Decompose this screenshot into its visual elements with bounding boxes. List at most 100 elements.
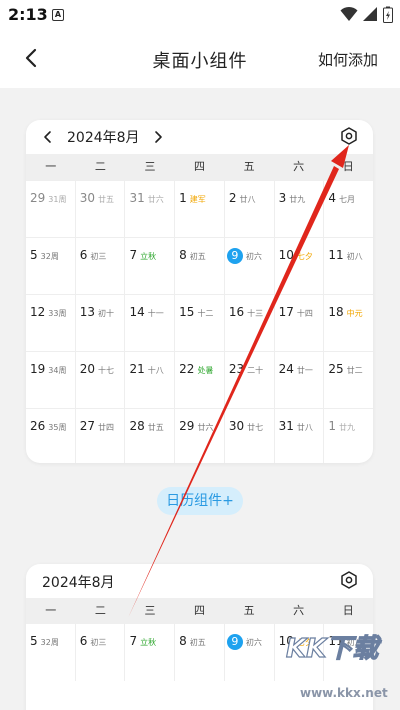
day-number: 30 (228, 419, 245, 433)
calendar-day[interactable]: 28 廿五 (124, 409, 174, 463)
calendar-day[interactable]: 8 初五 (174, 238, 224, 294)
lunar-date-label: 初八 (346, 638, 363, 647)
calendar-day[interactable]: 8 初五 (174, 624, 224, 681)
day-number: 1 (179, 191, 187, 205)
signal-icon (363, 7, 377, 21)
calendar-day[interactable]: 11 初八 (323, 238, 373, 294)
calendar-day[interactable]: 1 建军 (174, 181, 224, 237)
calendar-day[interactable]: 10 七夕 (273, 624, 324, 681)
lunar-date-label: 廿七 (247, 423, 264, 432)
day-number: 16 (228, 305, 245, 319)
lunar-date-label: 七夕 (296, 638, 313, 647)
calendar-day[interactable]: 24 廿一 (273, 352, 324, 408)
weekday-label: 日 (342, 160, 354, 173)
lunar-date-label: 立秋 (140, 638, 157, 647)
calendar-day[interactable]: 4 七月 (323, 181, 373, 237)
calendar-day[interactable]: 30 廿五 (74, 181, 125, 237)
calendar-day[interactable]: 3 廿九 (273, 181, 324, 237)
calendar-day[interactable]: 31 廿八 (273, 409, 324, 463)
calendar-day[interactable]: 22 处暑 (174, 352, 224, 408)
month-title: 2024年8月 (42, 575, 115, 591)
calendar-week-row: 5 32周 6 初三 7 立秋 8 初五 9 初六 10 七夕 11 初八 (26, 624, 373, 681)
lunar-date-label: 廿一 (296, 366, 313, 375)
lunar-date-label: 廿九 (338, 423, 355, 432)
day-number: 28 (129, 419, 145, 433)
calendar-day[interactable]: 13 初十 (74, 295, 125, 351)
previous-month-icon[interactable] (40, 128, 56, 146)
weekday-label: 三 (144, 160, 156, 173)
day-number: 29 (179, 419, 195, 433)
calendar-week: 5 32周 6 初三 7 立秋 8 初五 9 初六 10 七夕 11 初八 (26, 237, 373, 294)
calendar-grid: 29 31周 30 廿五 31 廿六 1 建军 2 廿八 3 廿九 4 七月 5 32周 6 初三 7 立秋 8 初五 9 初… (26, 180, 373, 463)
calendar-day[interactable]: 11 初八 (323, 624, 373, 681)
settings-icon[interactable] (339, 126, 359, 146)
lunar-date-label: 35周 (48, 423, 67, 432)
calendar-day[interactable]: 5 32周 (26, 238, 75, 294)
lunar-date-label: 初六 (245, 252, 262, 261)
lunar-date-label: 十一 (147, 309, 164, 318)
day-number: 9 (226, 634, 243, 650)
lunar-date-label: 廿五 (147, 423, 164, 432)
lunar-date-label: 初五 (189, 252, 206, 261)
calendar-week: 5 32周 6 初三 7 立秋 8 初五 9 初六 10 七夕 11 初八 (26, 624, 373, 681)
settings-icon[interactable] (339, 570, 359, 590)
calendar-day[interactable]: 23 二十 (223, 352, 274, 408)
next-month-icon[interactable] (150, 128, 166, 146)
lunar-date-label: 廿二 (346, 366, 363, 375)
calendar-widget-preview: 2024年8月 一 二 三 四 五 六 日 29 31周 30 廿五 31 廿六 1 建军 2 廿… (26, 120, 373, 463)
day-number: 12 (30, 305, 46, 319)
calendar-day[interactable]: 7 立秋 (124, 238, 174, 294)
calendar-day[interactable]: 5 32周 (26, 624, 75, 681)
calendar-week-widget-preview: 2024年8月 一 二 三 四 五 六 日 5 32周 6 初三 7 立秋 8 初五 9 初六 10… (26, 564, 373, 710)
calendar-day[interactable]: 21 十八 (124, 352, 174, 408)
day-number: 14 (129, 305, 145, 319)
calendar-day[interactable]: 29 廿六 (174, 409, 224, 463)
calendar-day[interactable]: 26 35周 (26, 409, 75, 463)
day-number: 22 (179, 362, 195, 376)
lunar-date-label: 初三 (90, 638, 107, 647)
calendar-day[interactable]: 6 初三 (74, 238, 125, 294)
calendar-day[interactable]: 31 廿六 (124, 181, 174, 237)
calendar-day[interactable]: 12 33周 (26, 295, 75, 351)
calendar-day[interactable]: 10 七夕 (273, 238, 324, 294)
day-number: 6 (79, 248, 88, 262)
calendar-day[interactable]: 1 廿九 (323, 409, 373, 463)
calendar-day[interactable]: 17 十四 (273, 295, 324, 351)
wifi-icon (340, 6, 358, 21)
day-number: 9 (226, 248, 243, 264)
status-time: 2:13 (8, 5, 48, 24)
lunar-date-label: 32周 (40, 252, 59, 261)
calendar-day[interactable]: 14 十一 (124, 295, 174, 351)
calendar-day[interactable]: 25 廿二 (323, 352, 373, 408)
lunar-date-label: 廿六 (197, 423, 214, 432)
lunar-date-label: 十三 (247, 309, 264, 318)
calendar-day[interactable]: 30 廿七 (223, 409, 274, 463)
how-to-add-button[interactable]: 如何添加 (318, 49, 378, 70)
lunar-date-label: 廿六 (147, 195, 164, 204)
calendar-day-today[interactable]: 9 初六 (223, 238, 274, 294)
calendar-day[interactable]: 6 初三 (74, 624, 125, 681)
calendar-header: 2024年8月 (26, 120, 373, 154)
calendar-day[interactable]: 16 十三 (223, 295, 274, 351)
day-number: 15 (179, 305, 195, 319)
day-number: 1 (328, 419, 336, 433)
calendar-day-today[interactable]: 9 初六 (223, 624, 274, 681)
calendar-day[interactable]: 18 中元 (323, 295, 373, 351)
day-number: 29 (30, 191, 46, 205)
top-app-bar: 桌面小组件 如何添加 (0, 30, 400, 88)
weekday-label: 二 (94, 160, 106, 173)
calendar-day[interactable]: 7 立秋 (124, 624, 174, 681)
calendar-day[interactable]: 27 廿四 (74, 409, 125, 463)
calendar-day[interactable]: 2 廿八 (223, 181, 274, 237)
add-calendar-widget-button[interactable]: 日历组件+ (157, 487, 243, 515)
calendar-day[interactable]: 19 34周 (26, 352, 75, 408)
day-number: 19 (30, 362, 46, 376)
calendar-day[interactable]: 20 十七 (74, 352, 125, 408)
calendar-day[interactable]: 15 十二 (174, 295, 224, 351)
weekday-label: 五 (243, 604, 255, 617)
day-number: 10 (278, 634, 294, 648)
weekday-label: 四 (194, 604, 206, 617)
calendar-day[interactable]: 29 31周 (26, 181, 75, 237)
lunar-date-label: 十二 (197, 309, 214, 318)
weekday-label: 一 (45, 160, 57, 173)
